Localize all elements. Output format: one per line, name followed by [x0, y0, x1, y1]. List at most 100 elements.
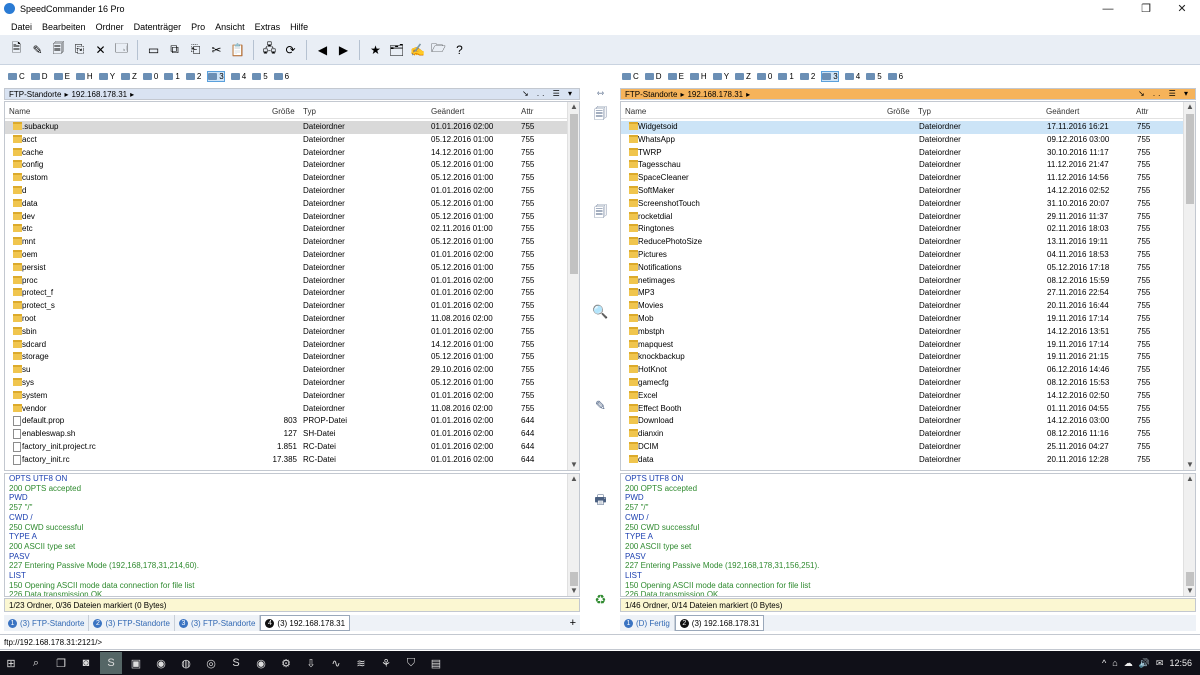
scroll-thumb[interactable] [570, 114, 578, 274]
drive-4-button[interactable]: 4 [844, 72, 860, 81]
drive-c-button[interactable]: C [8, 72, 25, 81]
scroll-up-icon[interactable]: ▲ [1184, 474, 1195, 484]
table-row[interactable]: storage Dateiordner 05.12.2016 01:00 755 [5, 351, 579, 364]
download-icon[interactable]: ⇩ [300, 652, 322, 674]
drive-2-button[interactable]: 2 [185, 72, 201, 81]
col-date[interactable]: Geändert [431, 107, 464, 116]
folder-sync-icon[interactable]: 🗁 [430, 41, 447, 58]
shield-icon[interactable]: ⛉ [400, 652, 422, 674]
table-row[interactable]: Ringtones Dateiordner 02.11.2016 18:03 755 [621, 223, 1195, 236]
table-row[interactable]: protect_f Dateiordner 01.01.2016 02:00 755 [5, 287, 579, 300]
path-bar-right[interactable]: FTP-Standorte ▸ 192.168.178.31 ▸ ↘ .. ☰ … [620, 88, 1196, 100]
table-row[interactable]: data Dateiordner 20.11.2016 12:28 755 [621, 454, 1195, 467]
table-row[interactable]: factory_init.project.rc RC-Datei 01.01.201… [5, 441, 579, 454]
drive-z-button[interactable]: Z [121, 72, 137, 81]
table-row[interactable]: Tagesschau Dateiordner 11.12.2016 21:47 755 [621, 159, 1195, 172]
table-row[interactable]: SpaceCleaner Dateiordner 11.12.2016 14:56 7… [621, 172, 1195, 185]
table-row[interactable]: Widgetsoid Dateiordner 17.11.2016 16:21 755 [621, 121, 1195, 134]
copy-icon[interactable]: ⎘ [71, 41, 88, 58]
col-date[interactable]: Geändert [1046, 107, 1079, 116]
table-row[interactable]: etc Dateiordner 02.11.2016 01:00 755 [5, 223, 579, 236]
drive-e-button[interactable]: E [53, 72, 70, 81]
path-segment-ftp[interactable]: FTP-Standorte [9, 90, 61, 99]
table-row[interactable]: TWRP Dateiordner 30.10.2016 11:17 755 [621, 147, 1195, 160]
col-attr[interactable]: Attr [1136, 107, 1148, 116]
search-icon[interactable]: ⌕ [25, 652, 47, 674]
drive-d-button[interactable]: D [30, 72, 48, 81]
col-name[interactable]: Name [9, 107, 30, 116]
tray-expand-icon[interactable]: ^ [1102, 658, 1106, 668]
table-row[interactable]: data Dateiordner 05.12.2016 01:00 755 [5, 198, 579, 211]
col-name[interactable]: Name [625, 107, 646, 116]
col-type[interactable]: Typ [303, 107, 316, 116]
tab-3[interactable]: 3 (3) FTP-Standorte [175, 615, 261, 631]
task-view-icon[interactable]: ❐ [50, 652, 72, 674]
menu-ansicht[interactable]: Ansicht [215, 22, 245, 32]
col-type[interactable]: Typ [918, 107, 931, 116]
table-row[interactable]: acct Dateiordner 05.12.2016 01:00 755 [5, 134, 579, 147]
close-button[interactable]: ✕ [1164, 0, 1200, 17]
drive-0-button[interactable]: 0 [142, 72, 158, 81]
tab-2[interactable]: 2 (3) FTP-Standorte [89, 615, 175, 631]
delete-icon[interactable]: ✕ [92, 41, 109, 58]
menu-datentraeger[interactable]: Datenträger [134, 22, 182, 32]
scroll-down-icon[interactable]: ▼ [568, 586, 579, 596]
table-row[interactable]: .subackup Dateiordner 01.01.2016 02:00 755 [5, 121, 579, 134]
table-row[interactable]: d Dateiordner 01.01.2016 02:00 755 [5, 185, 579, 198]
table-row[interactable]: config Dateiordner 05.12.2016 01:00 755 [5, 159, 579, 172]
table-row[interactable]: system Dateiordner 01.01.2016 02:00 755 [5, 390, 579, 403]
table-row[interactable]: rocketdial Dateiordner 29.11.2016 11:37 755 [621, 211, 1195, 224]
copy-left-icon[interactable]: 🗐 [592, 204, 609, 222]
drive-y-button[interactable]: Y [98, 72, 115, 81]
recycle-icon[interactable]: ♻ [592, 591, 609, 608]
app-icon[interactable]: ⚘ [375, 652, 397, 674]
table-row[interactable]: Excel Dateiordner 14.12.2016 02:50 755 [621, 390, 1195, 403]
table-row[interactable]: vendor Dateiordner 11.08.2016 02:00 755 [5, 403, 579, 416]
swap-panels-icon[interactable]: ⇿ [592, 85, 609, 102]
scroll-down-icon[interactable]: ▼ [1184, 460, 1195, 470]
print-icon[interactable]: 🖶 [592, 492, 609, 510]
drive-h-button[interactable]: H [75, 72, 93, 81]
drive-2-button[interactable]: 2 [799, 72, 815, 81]
file-list-left[interactable]: Name Größe Typ Geändert Attr .subackup Da… [4, 101, 580, 471]
table-row[interactable]: mnt Dateiordner 05.12.2016 01:00 755 [5, 236, 579, 249]
scroll-up-icon[interactable]: ▲ [1184, 102, 1195, 112]
tab-2[interactable]: 2 (3) 192.168.178.31 [674, 615, 765, 631]
table-row[interactable]: SoftMaker Dateiordner 14.12.2016 02:52 755 [621, 185, 1195, 198]
menu-datei[interactable]: Datei [11, 22, 32, 32]
path-segment-ftp[interactable]: FTP-Standorte [625, 90, 677, 99]
command-line-input[interactable]: ftp://192.168.178.31:2121/> [0, 634, 1200, 650]
table-row[interactable]: persist Dateiordner 05.12.2016 01:00 755 [5, 262, 579, 275]
menu-ordner[interactable]: Ordner [96, 22, 124, 32]
cloud-icon[interactable]: ☁ [1124, 658, 1133, 669]
path-tools-icon[interactable]: ↘ .. ☰ ▾ [522, 89, 575, 98]
drive-y-button[interactable]: Y [712, 72, 729, 81]
table-row[interactable]: MP3 Dateiordner 27.11.2016 22:54 755 [621, 287, 1195, 300]
bookmark-icon[interactable]: ★ [367, 41, 384, 58]
app-icon[interactable]: ▤ [425, 652, 447, 674]
table-row[interactable]: protect_s Dateiordner 01.01.2016 02:00 755 [5, 300, 579, 313]
cut-icon[interactable]: ✂ [208, 41, 225, 58]
edit-file-icon[interactable]: ✎ [592, 397, 609, 414]
scroll-down-icon[interactable]: ▼ [1184, 586, 1195, 596]
table-row[interactable]: root Dateiordner 11.08.2016 02:00 755 [5, 313, 579, 326]
path-segment-host[interactable]: 192.168.178.31 [71, 90, 127, 99]
forward-icon[interactable]: ▶ [335, 41, 352, 58]
table-row[interactable]: factory_init.rc RC-Datei 01.01.2016 02:00 6… [5, 454, 579, 467]
drive-d-button[interactable]: D [644, 72, 662, 81]
table-row[interactable]: knockbackup Dateiordner 19.11.2016 21:15 75… [621, 351, 1195, 364]
ftp-icon[interactable]: 🖧 [261, 41, 278, 58]
new-file-icon[interactable]: 🗎 [8, 41, 25, 58]
back-icon[interactable]: ◀ [314, 41, 331, 58]
app-icon[interactable]: ◉ [250, 652, 272, 674]
col-size[interactable]: Größe [887, 107, 910, 116]
drive-3-button[interactable]: 3 [207, 70, 225, 82]
speedcommander-taskbar-icon[interactable]: S [100, 652, 122, 674]
settings-icon[interactable]: ⚙ [275, 652, 297, 674]
table-row[interactable]: Notifications Dateiordner 05.12.2016 17:18… [621, 262, 1195, 275]
table-row[interactable]: sbin Dateiordner 01.01.2016 02:00 755 [5, 326, 579, 339]
table-row[interactable]: default.prop PROP-Datei 01.01.2016 02:00 64… [5, 415, 579, 428]
table-row[interactable]: Mob Dateiordner 19.11.2016 17:14 755 [621, 313, 1195, 326]
table-row[interactable]: enableswap.sh SH-Datei 01.01.2016 02:00 644… [5, 428, 579, 441]
table-row[interactable]: sdcard Dateiordner 14.12.2016 01:00 755 [5, 339, 579, 352]
